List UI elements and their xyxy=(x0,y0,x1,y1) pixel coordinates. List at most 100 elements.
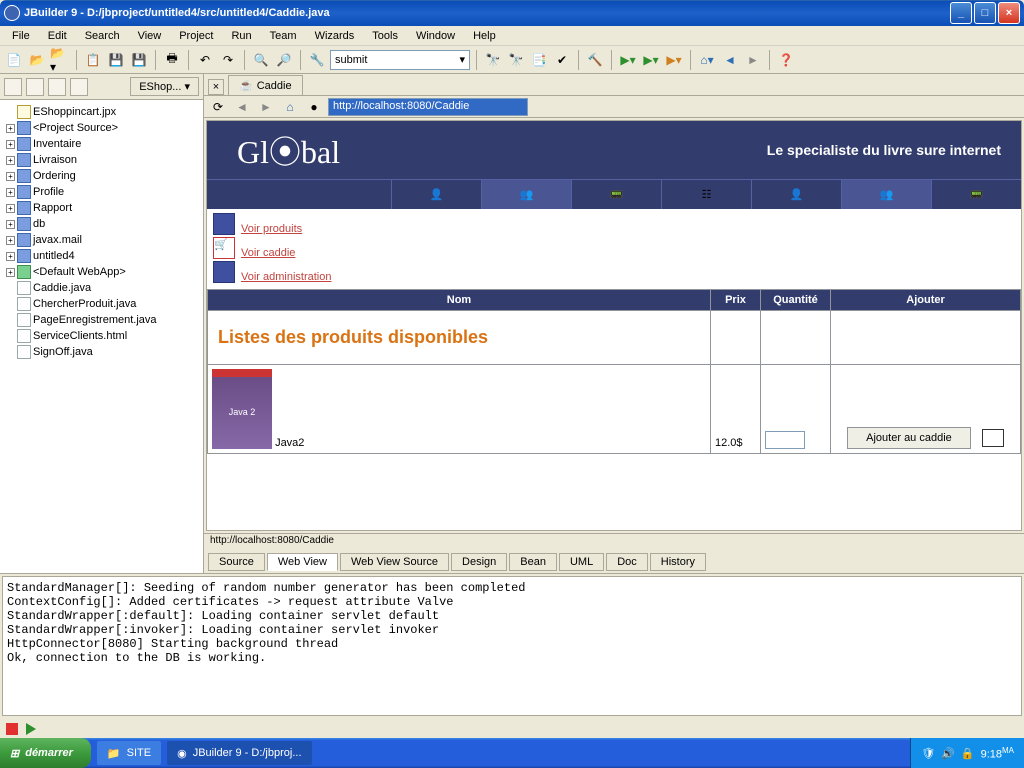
nav-cell-7[interactable]: 📟 xyxy=(931,180,1021,209)
tree-node[interactable]: +untitled4 xyxy=(2,248,201,264)
redo-icon[interactable]: ↷ xyxy=(218,50,238,70)
browser-refresh-icon[interactable]: ⟳ xyxy=(208,97,228,117)
optimize-icon[interactable]: ▶▾ xyxy=(664,50,684,70)
side-btn4[interactable] xyxy=(70,78,88,96)
tree-node[interactable]: +Ordering xyxy=(2,168,201,184)
check-icon[interactable]: ✔ xyxy=(552,50,572,70)
replace-icon[interactable]: 🔎 xyxy=(274,50,294,70)
tray-icon[interactable]: 🛡 xyxy=(921,747,935,760)
nav-cell-1[interactable]: 👤 xyxy=(391,180,481,209)
tree-node[interactable]: +Livraison xyxy=(2,152,201,168)
browser-stop-icon[interactable]: ● xyxy=(304,97,324,117)
editor-tab-caddie[interactable]: ☕ Caddie xyxy=(228,75,303,95)
side-btn2[interactable] xyxy=(26,78,44,96)
debug-icon[interactable]: ▶▾ xyxy=(641,50,661,70)
help-icon[interactable]: ❓ xyxy=(776,50,796,70)
tree-node[interactable]: SignOff.java xyxy=(2,344,201,360)
tool-icon[interactable]: 🔧 xyxy=(307,50,327,70)
browser-fwd-icon[interactable]: ► xyxy=(256,97,276,117)
nav-cell-6[interactable]: 👥 xyxy=(841,180,931,209)
nav-cell-4[interactable]: ☷ xyxy=(661,180,751,209)
url-bar[interactable]: http://localhost:8080/Caddie xyxy=(328,98,528,116)
build-icon[interactable]: 🔨 xyxy=(585,50,605,70)
back-nav-icon[interactable]: ◄ xyxy=(720,50,740,70)
tree-node[interactable]: Caddie.java xyxy=(2,280,201,296)
link-produits[interactable]: Voir produits xyxy=(241,223,302,235)
side-btn1[interactable] xyxy=(4,78,22,96)
fwd-nav-icon[interactable]: ► xyxy=(743,50,763,70)
tab-bean[interactable]: Bean xyxy=(509,553,557,571)
browser-home-icon[interactable]: ⌂ xyxy=(280,97,300,117)
run-icon[interactable]: ▶▾ xyxy=(618,50,638,70)
start-button[interactable]: ⊞démarrer xyxy=(0,738,91,768)
open-icon[interactable]: 📂 xyxy=(27,50,47,70)
sidebar-project-tab[interactable]: EShop... ▾ xyxy=(130,77,199,96)
print-icon[interactable]: 🖶 xyxy=(162,50,182,70)
tab-design[interactable]: Design xyxy=(451,553,507,571)
maximize-button[interactable]: □ xyxy=(974,2,996,24)
tree-node[interactable]: +Rapport xyxy=(2,200,201,216)
stop-button[interactable] xyxy=(6,723,18,735)
menu-run[interactable]: Run xyxy=(223,28,259,43)
link-admin[interactable]: Voir administration xyxy=(241,271,332,283)
taskbar-item-jbuilder[interactable]: ◉ JBuilder 9 - D:/jbproj... xyxy=(167,741,311,765)
tree-node[interactable]: +<Default WebApp> xyxy=(2,264,201,280)
tray-icon[interactable]: 🔊 xyxy=(941,747,955,760)
menu-project[interactable]: Project xyxy=(171,28,221,43)
play-button[interactable] xyxy=(26,723,36,735)
saveall-icon[interactable]: 💾 xyxy=(129,50,149,70)
menu-file[interactable]: File xyxy=(4,28,38,43)
close-button[interactable]: × xyxy=(998,2,1020,24)
tab-doc[interactable]: Doc xyxy=(606,553,648,571)
menu-view[interactable]: View xyxy=(130,28,170,43)
nav-cell-3[interactable]: 📟 xyxy=(571,180,661,209)
editor-area: × ☕ Caddie ⟳ ◄ ► ⌂ ● http://localhost:80… xyxy=(204,74,1024,573)
find-icon[interactable]: 🔍 xyxy=(251,50,271,70)
menu-team[interactable]: Team xyxy=(262,28,305,43)
menu-wizards[interactable]: Wizards xyxy=(307,28,363,43)
tray-icon[interactable]: 🔒 xyxy=(961,747,975,760)
menu-search[interactable]: Search xyxy=(77,28,128,43)
menu-help[interactable]: Help xyxy=(465,28,504,43)
save-icon[interactable]: 💾 xyxy=(106,50,126,70)
console-output[interactable]: StandardManager[]: Seeding of random num… xyxy=(2,576,1022,716)
reopen-icon[interactable]: 📂▾ xyxy=(50,50,70,70)
tab-uml[interactable]: UML xyxy=(559,553,604,571)
run-config-combo[interactable]: submit▾ xyxy=(330,50,470,70)
nav-cell-2[interactable]: 👥 xyxy=(481,180,571,209)
add-to-cart-button[interactable]: Ajouter au caddie xyxy=(847,427,971,449)
nav-cell-5[interactable]: 👤 xyxy=(751,180,841,209)
minimize-button[interactable]: _ xyxy=(950,2,972,24)
quantity-input[interactable] xyxy=(765,431,805,449)
close-tab-button[interactable]: × xyxy=(208,79,224,95)
tab-history[interactable]: History xyxy=(650,553,706,571)
tree-node[interactable]: +Profile xyxy=(2,184,201,200)
tree-node[interactable]: ChercherProduit.java xyxy=(2,296,201,312)
binoc2-icon[interactable]: 🔭 xyxy=(506,50,526,70)
tree-node[interactable]: +Inventaire xyxy=(2,136,201,152)
taskbar-item-site[interactable]: 📁 SITE xyxy=(97,741,161,765)
tree-node[interactable]: EShoppincart.jpx xyxy=(2,104,201,120)
menu-tools[interactable]: Tools xyxy=(364,28,406,43)
tree-node[interactable]: PageEnregistrement.java xyxy=(2,312,201,328)
binoc-icon[interactable]: 🔭 xyxy=(483,50,503,70)
copy-icon[interactable]: 📋 xyxy=(83,50,103,70)
menu-window[interactable]: Window xyxy=(408,28,463,43)
tree-node[interactable]: ServiceClients.html xyxy=(2,328,201,344)
goto-icon[interactable]: 📑 xyxy=(529,50,549,70)
tab-source[interactable]: Source xyxy=(208,553,265,571)
system-tray[interactable]: 🛡 🔊 🔒 9:18MA xyxy=(910,738,1024,768)
side-btn3[interactable] xyxy=(48,78,66,96)
new-icon[interactable]: 📄 xyxy=(4,50,24,70)
link-caddie[interactable]: Voir caddie xyxy=(241,247,295,259)
tree-node[interactable]: +<Project Source> xyxy=(2,120,201,136)
tab-webview[interactable]: Web View xyxy=(267,553,338,571)
tree-node[interactable]: +javax.mail xyxy=(2,232,201,248)
tab-webviewsource[interactable]: Web View Source xyxy=(340,553,449,571)
tree-node[interactable]: +db xyxy=(2,216,201,232)
home-icon[interactable]: ⌂▾ xyxy=(697,50,717,70)
project-tree[interactable]: EShoppincart.jpx+<Project Source>+Invent… xyxy=(0,100,203,573)
undo-icon[interactable]: ↶ xyxy=(195,50,215,70)
menu-edit[interactable]: Edit xyxy=(40,28,75,43)
browser-back-icon[interactable]: ◄ xyxy=(232,97,252,117)
